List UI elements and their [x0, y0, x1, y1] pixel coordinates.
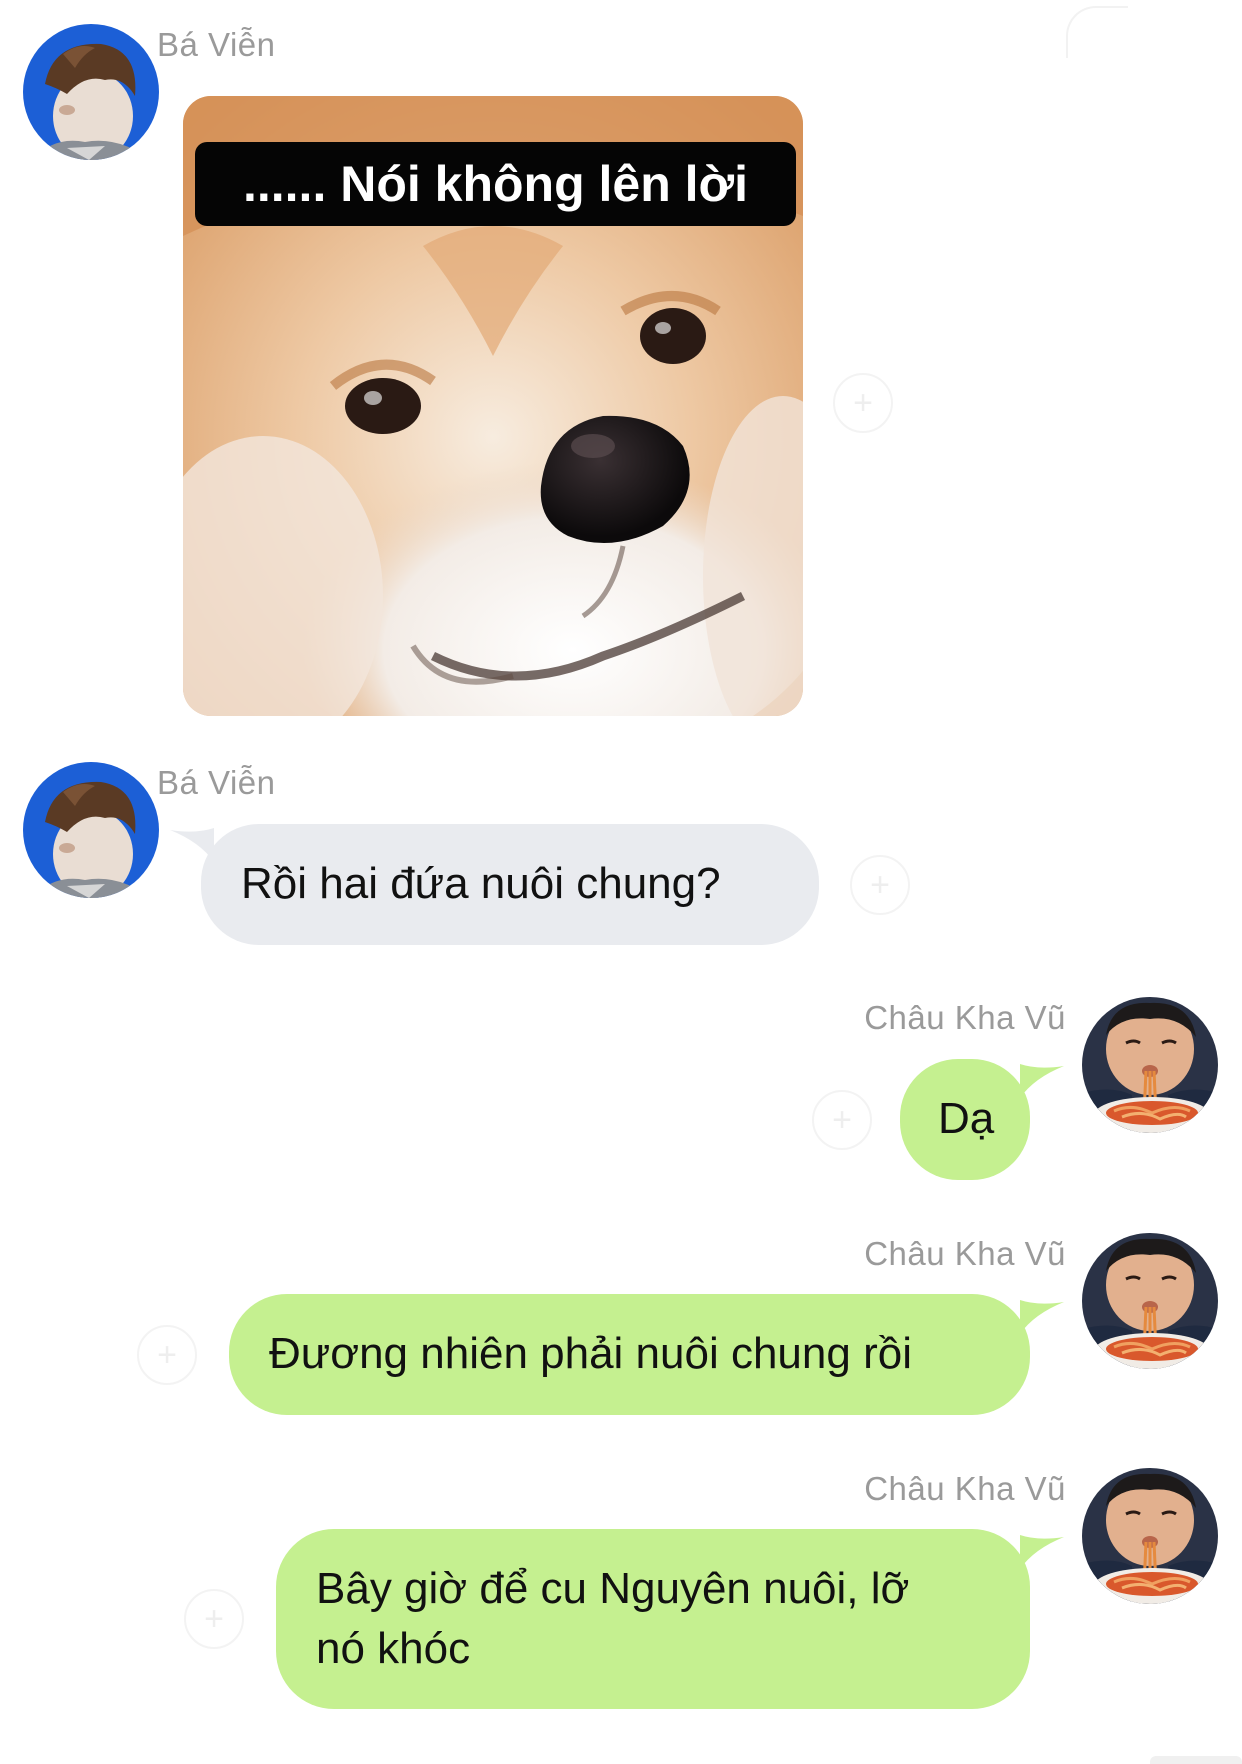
sticker-caption: ...... Nói không lên lời	[195, 142, 796, 226]
message-text: Đương nhiên phải nuôi chung rồi	[269, 1329, 912, 1378]
add-reaction-icon[interactable]: +	[812, 1090, 872, 1150]
message-text: Rồi hai đứa nuôi chung?	[241, 859, 721, 908]
add-reaction-icon[interactable]: +	[833, 373, 893, 433]
corner-decoration	[1066, 6, 1128, 58]
sender-name: Châu Kha Vũ	[864, 999, 1066, 1036]
sender-name: Châu Kha Vũ	[864, 1470, 1066, 1507]
message-bubble-outgoing[interactable]: Dạ	[900, 1059, 1030, 1180]
person-avatar-icon	[23, 24, 159, 160]
chat-thread: Bá Viễn ...... Nói không lên lời + Bá Vi…	[0, 0, 1242, 1764]
add-reaction-icon[interactable]: +	[850, 855, 910, 915]
avatar-chau-kha-vu[interactable]	[1082, 1468, 1218, 1604]
bubble-tail	[1020, 1064, 1064, 1098]
avatar-ba-vien[interactable]	[23, 24, 159, 160]
add-reaction-icon[interactable]: +	[137, 1325, 197, 1385]
sender-name: Bá Viễn	[157, 764, 276, 801]
bottom-edge-decoration	[1150, 1756, 1242, 1764]
sender-name: Châu Kha Vũ	[864, 1235, 1066, 1272]
message-text-line: Bây giờ để cu Nguyên nuôi, lỡ	[316, 1564, 910, 1613]
dog-sticker-image[interactable]: ...... Nói không lên lời	[183, 96, 803, 716]
avatar-chau-kha-vu[interactable]	[1082, 997, 1218, 1133]
avatar-ba-vien[interactable]	[23, 762, 159, 898]
child-eating-noodles-avatar-icon	[1082, 1468, 1218, 1604]
add-reaction-icon[interactable]: +	[184, 1589, 244, 1649]
message-bubble-outgoing[interactable]: Đương nhiên phải nuôi chung rồi	[229, 1294, 1030, 1415]
person-avatar-icon	[23, 762, 159, 898]
avatar-chau-kha-vu[interactable]	[1082, 1233, 1218, 1369]
child-eating-noodles-avatar-icon	[1082, 997, 1218, 1133]
child-eating-noodles-avatar-icon	[1082, 1233, 1218, 1369]
bubble-tail	[1020, 1300, 1064, 1334]
message-text: Dạ	[938, 1094, 995, 1143]
message-text-line: nó khóc	[316, 1624, 471, 1673]
message-bubble-outgoing[interactable]: Bây giờ để cu Nguyên nuôi, lỡ nó khóc	[276, 1529, 1030, 1709]
message-bubble-incoming[interactable]: Rồi hai đứa nuôi chung?	[201, 824, 819, 945]
sender-name: Bá Viễn	[157, 26, 276, 63]
